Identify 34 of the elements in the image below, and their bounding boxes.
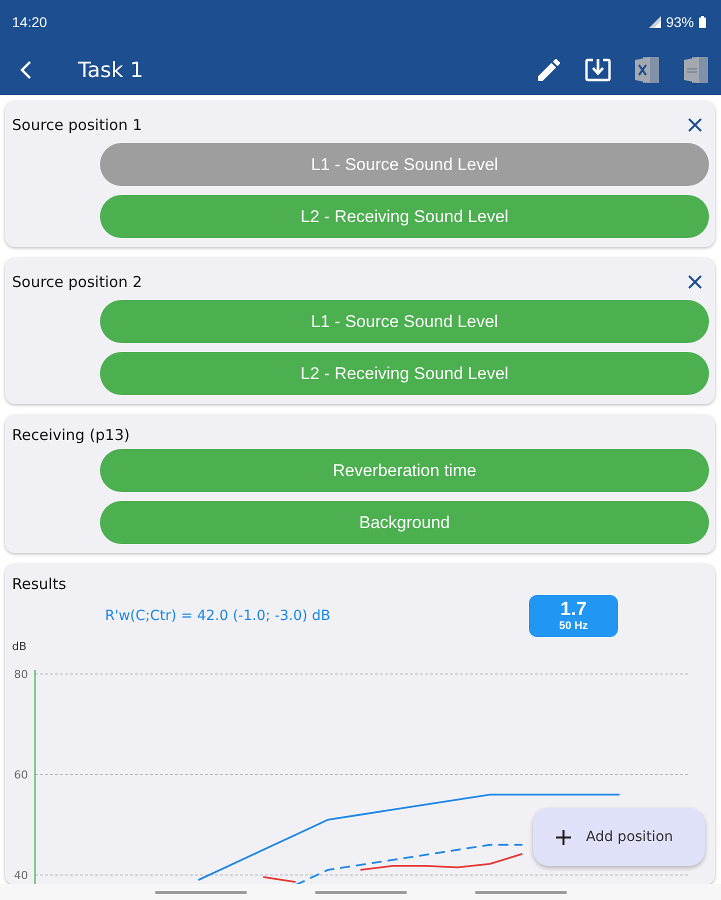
pencil-icon [538,58,560,80]
axis-tick-label: 40 [14,868,28,882]
measurement-button[interactable]: Reverberation time [100,449,709,492]
badge-value: 1.7 [560,600,587,620]
add-position-button[interactable]: Add position [533,808,705,866]
plus-icon [556,830,571,844]
handle-icon [474,891,566,894]
document-icon [683,56,709,84]
battery-icon [699,16,706,28]
measurement-button[interactable]: L2 - Receiving Sound Level [100,195,709,238]
measurement-button[interactable]: Background [100,501,709,544]
axis-label: dB [12,640,27,654]
handle-icon [314,891,406,894]
card-title: Source position 2 [12,272,142,292]
card-title: Source position 1 [12,115,142,135]
battery-level: 93% [666,14,694,30]
measurement-button[interactable]: L1 - Source Sound Level [100,300,709,343]
close-icon [688,275,702,289]
axis-tick-label: 80 [14,668,28,682]
result-summary: R'w(C;Ctr) = 42.0 (-1.0; -3.0) dB [105,607,330,625]
download-icon [585,58,611,82]
card-title: Receiving (p13) [12,425,130,445]
close-icon [688,118,702,132]
measurement-button[interactable]: L1 - Source Sound Level [100,143,709,186]
badge-frequency: 50 Hz [559,620,588,632]
app-title: Task 1 [78,56,144,82]
back-icon [20,60,32,78]
handle-icon [154,891,246,894]
card-title: Results [12,574,66,594]
measurement-button[interactable]: L2 - Receiving Sound Level [100,352,709,395]
signal-icon [648,16,661,28]
status-time: 14:20 [12,14,48,30]
spreadsheet-icon [634,56,660,84]
axis-tick-label: 60 [14,768,28,782]
